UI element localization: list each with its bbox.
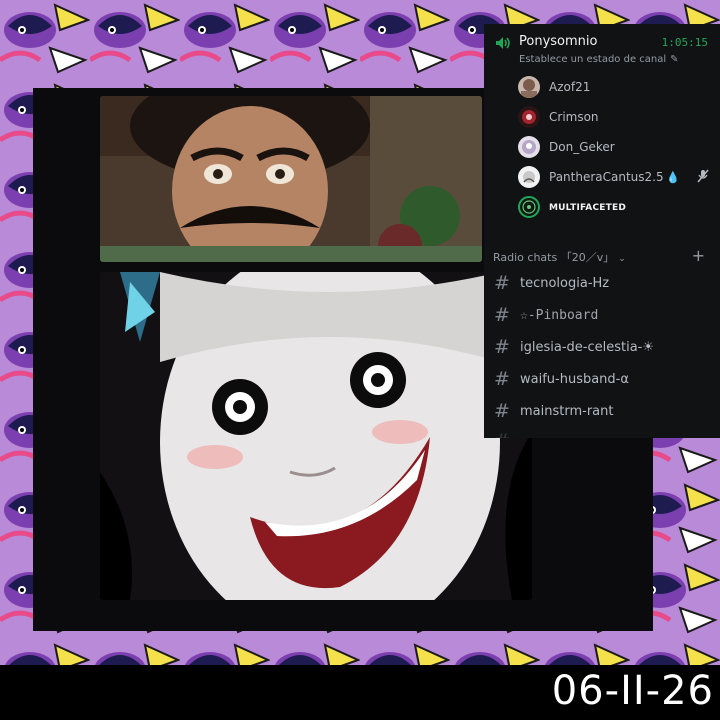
channel-pinboard[interactable]: # ☆-Pinboard — [494, 304, 714, 330]
channel-name: tecnologia-Hz — [520, 276, 610, 291]
channel-iglesia-de-celestia[interactable]: # iglesia-de-celestia-☀ — [494, 336, 714, 362]
member-name: Azof21 — [549, 80, 591, 94]
voice-channel-header[interactable]: Ponysomnio 1:05:15 — [492, 32, 716, 54]
hash-icon: # — [494, 304, 510, 326]
chevron-down-icon: ⌄ — [618, 254, 626, 264]
channel-status-prompt: Establece un estado de canal — [519, 54, 667, 65]
member-name: Don_Geker — [549, 140, 615, 154]
date-stamp: 06-II-26 — [551, 668, 714, 714]
avatar — [518, 76, 540, 98]
muted-microphone-icon — [697, 169, 709, 183]
video-tile-man[interactable] — [100, 96, 482, 262]
hash-icon: # — [494, 400, 510, 422]
avatar — [518, 166, 540, 188]
image-tile-anime-face[interactable] — [100, 272, 532, 600]
channel-partially-hidden[interactable]: # — [494, 430, 714, 438]
avatar — [518, 106, 540, 128]
hash-icon: # — [494, 272, 510, 294]
category-label: Radio chats 「20／v」 — [493, 251, 615, 264]
channel-name: ☆-Pinboard — [520, 308, 599, 323]
pencil-icon: ✎ — [670, 54, 679, 65]
voice-elapsed-time: 1:05:15 — [661, 36, 708, 49]
channel-name: iglesia-de-celestia-☀ — [520, 340, 655, 355]
set-channel-status[interactable]: Establece un estado de canal ✎ — [519, 54, 679, 65]
voice-member-don-geker[interactable]: Don_Geker — [518, 136, 714, 160]
category-radio-chats[interactable]: Radio chats 「20／v」 ⌄ + — [493, 246, 711, 265]
hash-icon: # — [494, 430, 510, 438]
discord-channel-sidebar: Ponysomnio 1:05:15 Establece un estado d… — [484, 24, 720, 438]
voice-member-multifaceted[interactable]: MULTIFACETED — [518, 196, 714, 220]
drop-status-icon: 💧 — [666, 171, 680, 184]
member-name: PantheraCantus2.5 — [549, 170, 664, 184]
channel-name: mainstrm-rant — [520, 404, 614, 419]
hash-icon: # — [494, 368, 510, 390]
channel-waifu-husband[interactable]: # waifu-husband-α — [494, 368, 714, 394]
voice-member-crimson[interactable]: Crimson — [518, 106, 714, 130]
member-name: Crimson — [549, 110, 599, 124]
voice-member-pantheracantus[interactable]: PantheraCantus2.5 💧 — [518, 166, 714, 190]
channel-name: waifu-husband-α — [520, 372, 629, 387]
hash-icon: # — [494, 336, 510, 358]
add-channel-icon[interactable]: + — [692, 246, 705, 265]
speaker-icon — [496, 37, 510, 49]
voice-channel-name: Ponysomnio — [519, 34, 598, 49]
channel-tecnologia-hz[interactable]: # tecnologia-Hz — [494, 272, 714, 298]
avatar — [518, 136, 540, 158]
voice-member-azof21[interactable]: Azof21 — [518, 76, 714, 100]
channel-mainstrm-rant[interactable]: # mainstrm-rant — [494, 400, 714, 426]
member-name: MULTIFACETED — [549, 203, 626, 213]
avatar — [518, 196, 540, 218]
